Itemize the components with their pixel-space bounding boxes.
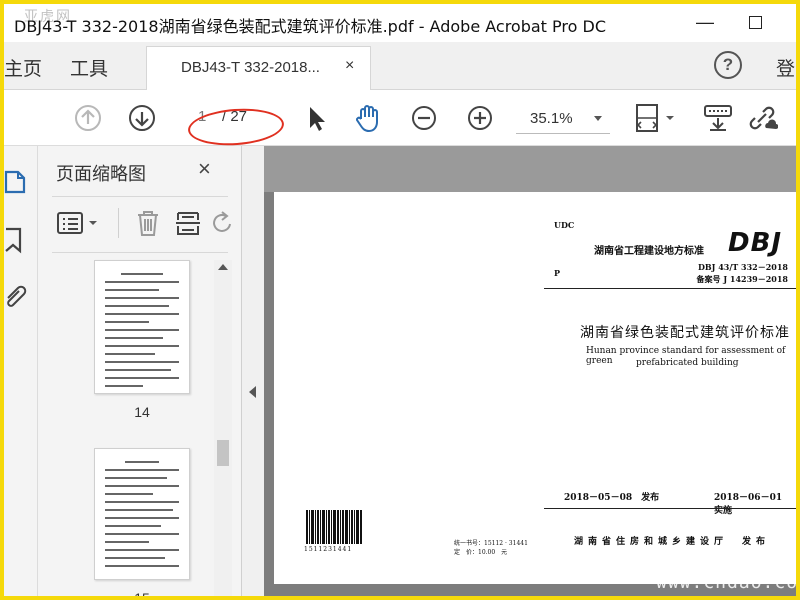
page-thumbnail-15[interactable]: [94, 448, 190, 580]
thumbnails-panel: 页面缩略图 × 14: [38, 146, 242, 596]
price: 定 价：10.00 元: [454, 549, 508, 556]
read-mode-icon[interactable]: [702, 102, 734, 134]
dbj-logo: DBJ: [728, 228, 783, 258]
zoom-value: 35.1%: [530, 110, 573, 127]
collapse-panel-icon[interactable]: [249, 386, 256, 398]
hand-tool-icon[interactable]: [352, 102, 384, 134]
page-thumbnail-14[interactable]: [94, 260, 190, 394]
maximize-button[interactable]: [740, 8, 770, 36]
thumbnail-options-icon[interactable]: [56, 208, 104, 238]
title-bar: 亚虎网 DBJ43-T 332-2018湖南省绿色装配式建筑评价标准.pdf -…: [4, 4, 796, 42]
tab-close-button[interactable]: ×: [345, 57, 354, 75]
record-number: 备案号 J 14239－2018: [696, 274, 788, 284]
previous-page-icon[interactable]: [72, 102, 104, 134]
zoom-dropdown[interactable]: 35.1%: [516, 104, 610, 134]
menu-tools[interactable]: 工具: [70, 54, 108, 81]
book-number: 统一书号：15112 · 31441: [454, 540, 528, 547]
panel-close-button[interactable]: ×: [198, 156, 211, 182]
thumbnail-page-number: 15: [94, 590, 190, 596]
thumbnail-page-number: 14: [134, 404, 150, 420]
barcode-number: 1511231441: [304, 546, 353, 553]
window-title: DBJ43-T 332-2018湖南省绿色装配式建筑评价标准.pdf - Ado…: [14, 17, 607, 36]
minimize-button[interactable]: —: [690, 8, 720, 36]
document-tab-label: DBJ43-T 332-2018...: [181, 59, 320, 76]
main-toolbar: 1 / 27 35.1%: [4, 90, 796, 149]
menu-tab-bar: 主页 工具 DBJ43-T 332-2018... × ? 登: [4, 42, 796, 90]
toolbar-separator: [118, 208, 119, 238]
panel-divider: [52, 196, 228, 197]
login-button[interactable]: 登: [776, 54, 795, 81]
share-link-icon[interactable]: [746, 102, 778, 134]
site-url-watermark: www.cndao.com: [656, 572, 796, 593]
scroll-up-icon[interactable]: [218, 264, 228, 270]
document-title-cn: 湖南省绿色装配式建筑评价标准: [580, 325, 790, 341]
publisher: 湖南省住房和城乡建设厅 发布: [574, 537, 771, 547]
insert-page-icon[interactable]: [174, 208, 202, 238]
previous-page-edge: [264, 146, 796, 192]
help-icon[interactable]: ?: [714, 51, 742, 79]
delete-page-icon[interactable]: [134, 208, 162, 238]
maximize-icon: [748, 15, 762, 29]
acrobat-window: 亚虎网 DBJ43-T 332-2018湖南省绿色装配式建筑评价标准.pdf -…: [4, 4, 796, 596]
document-view[interactable]: UDC 湖南省工程建设地方标准 DBJ P DBJ 43/T 332－2018 …: [264, 146, 796, 596]
document-tab[interactable]: DBJ43-T 332-2018... ×: [146, 46, 371, 90]
next-page-icon[interactable]: [126, 102, 158, 134]
scrollbar-thumb[interactable]: [217, 440, 229, 466]
panel-title: 页面缩略图: [56, 164, 146, 185]
implement-date: 2018－06－01 实施: [714, 493, 792, 516]
panel-splitter[interactable]: [242, 146, 264, 596]
pdf-page: UDC 湖南省工程建设地方标准 DBJ P DBJ 43/T 332－2018 …: [274, 192, 796, 584]
rotate-page-icon[interactable]: [212, 208, 232, 238]
p-label: P: [554, 268, 561, 278]
page-rule: [544, 508, 796, 509]
select-arrow-icon[interactable]: [300, 102, 332, 134]
standard-category: 湖南省工程建设地方标准: [594, 246, 704, 257]
navigation-rail: [4, 146, 38, 596]
document-title-en-line2: prefabricated building: [636, 358, 739, 368]
page-thumbnails-icon[interactable]: [4, 168, 28, 196]
panel-divider: [52, 252, 228, 253]
udc-label: UDC: [554, 220, 575, 230]
publish-date: 2018－05－08 发布: [564, 493, 660, 503]
menu-home[interactable]: 主页: [4, 54, 42, 81]
chevron-down-icon: [594, 116, 602, 121]
attachment-icon[interactable]: [4, 282, 28, 310]
page-fit-icon[interactable]: [632, 102, 678, 134]
barcode: [306, 510, 362, 544]
standard-code: DBJ 43/T 332－2018: [697, 262, 788, 272]
bookmark-icon[interactable]: [4, 226, 28, 254]
thumbnail-scrollbar[interactable]: [214, 260, 232, 596]
page-rule: [544, 288, 796, 289]
zoom-out-icon[interactable]: [408, 102, 440, 134]
zoom-in-icon[interactable]: [464, 102, 496, 134]
